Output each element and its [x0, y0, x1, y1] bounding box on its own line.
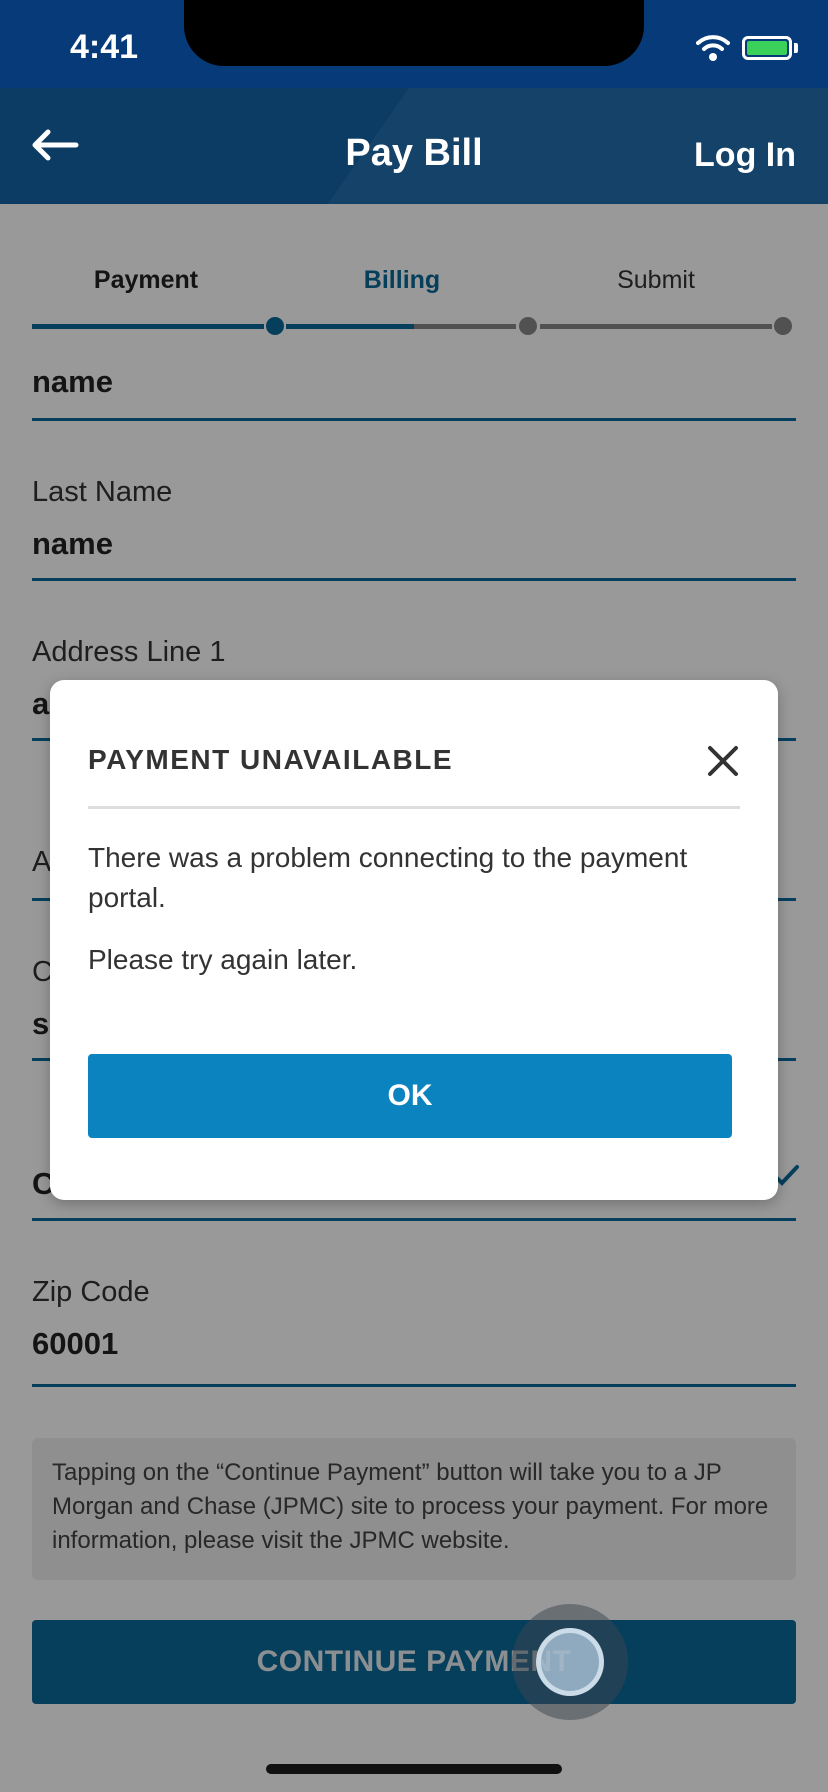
status-bar: 4:41 [0, 0, 828, 88]
battery-tip [794, 43, 798, 53]
dialog-message-secondary: Please try again later. [88, 944, 358, 975]
home-indicator [266, 1764, 562, 1774]
login-button[interactable]: Log In [694, 136, 796, 175]
navigation-bar: Pay Bill Log In [0, 88, 828, 204]
status-time: 4:41 [70, 28, 139, 66]
dialog-message: There was a problem connecting to the pa… [88, 842, 688, 913]
battery-icon [742, 36, 792, 60]
close-icon[interactable] [706, 744, 740, 778]
device-notch [184, 0, 644, 66]
dialog-title: PAYMENT UNAVAILABLE [88, 744, 454, 775]
ok-button[interactable]: OK [88, 1054, 732, 1138]
page-title: Pay Bill [345, 132, 483, 174]
wifi-icon [696, 35, 730, 61]
payment-unavailable-dialog: PAYMENT UNAVAILABLE There was a problem … [50, 680, 778, 1200]
dialog-divider [88, 806, 740, 809]
touch-indicator-center [536, 1628, 604, 1696]
